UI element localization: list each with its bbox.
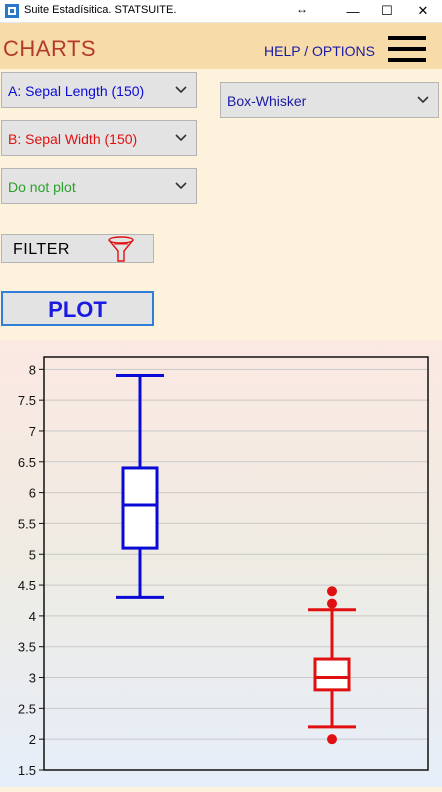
chevron-down-icon: [175, 86, 187, 94]
page-title: CHARTS: [3, 36, 97, 61]
minimize-icon: —: [346, 3, 360, 19]
y-tick-label: 8: [29, 362, 36, 377]
funnel-icon: [108, 236, 134, 262]
variable-b-select[interactable]: B: Sepal Width (150): [1, 120, 197, 156]
app-icon: [5, 4, 19, 18]
variable-c-value: Do not plot: [8, 179, 76, 195]
y-tick-label: 7: [29, 424, 36, 439]
y-tick-label: 6.5: [18, 455, 36, 470]
y-tick-label: 5: [29, 547, 36, 562]
chevron-down-icon: [175, 134, 187, 142]
window-titlebar: Suite Estadísitica. STATSUITE. ↔ — ☐ ✕: [0, 0, 442, 23]
variable-b-value: B: Sepal Width (150): [8, 131, 138, 147]
app-header: CHARTS HELP / OPTIONS: [0, 23, 442, 69]
variable-a-value: A: Sepal Length (150): [8, 83, 145, 99]
chart-area: 1.5 2 2.5 3 3.5 4 4.5 5 5.5 6 6.5 7 7.5 8: [0, 340, 442, 787]
y-tick-label: 1.5: [18, 763, 36, 778]
y-tick-label: 5.5: [18, 516, 36, 531]
y-tick-label: 3.5: [18, 640, 36, 655]
maximize-button[interactable]: ☐: [370, 0, 404, 22]
resize-icon[interactable]: ↔: [296, 2, 308, 16]
chevron-down-icon: [175, 182, 187, 190]
y-tick-label: 2: [29, 732, 36, 747]
variable-a-select[interactable]: A: Sepal Length (150): [1, 72, 197, 108]
y-tick-label: 3: [29, 671, 36, 686]
chart-background: [0, 340, 442, 787]
minimize-button[interactable]: —: [336, 0, 370, 22]
chevron-down-icon: [417, 96, 429, 104]
filter-label: FILTER: [13, 241, 70, 258]
plot-button[interactable]: PLOT: [1, 291, 154, 326]
maximize-icon: ☐: [381, 3, 393, 18]
y-tick-label: 4.5: [18, 578, 36, 593]
close-button[interactable]: ✕: [406, 0, 440, 22]
variable-c-select[interactable]: Do not plot: [1, 168, 197, 204]
hamburger-menu-icon[interactable]: [388, 36, 426, 62]
chart-type-value: Box-Whisker: [227, 93, 307, 109]
box-iqr: [121, 466, 159, 550]
plot-label: PLOT: [48, 297, 107, 322]
box-iqr: [313, 657, 351, 692]
y-tick-label: 6: [29, 486, 36, 501]
chart-type-select[interactable]: Box-Whisker: [220, 82, 439, 118]
outlier-point: [327, 598, 337, 609]
y-tick-label: 4: [29, 609, 36, 624]
y-tick-label: 2.5: [18, 701, 36, 716]
close-icon: ✕: [417, 3, 429, 18]
box-whisker-chart: 1.5 2 2.5 3 3.5 4 4.5 5 5.5 6 6.5 7 7.5 8: [0, 340, 442, 787]
help-options-link[interactable]: HELP / OPTIONS: [264, 43, 375, 59]
window-title: Suite Estadísitica. STATSUITE.: [24, 4, 177, 16]
y-tick-label: 7.5: [18, 393, 36, 408]
outlier-point: [327, 586, 337, 597]
outlier-point: [327, 734, 337, 745]
filter-button[interactable]: FILTER: [1, 234, 154, 263]
